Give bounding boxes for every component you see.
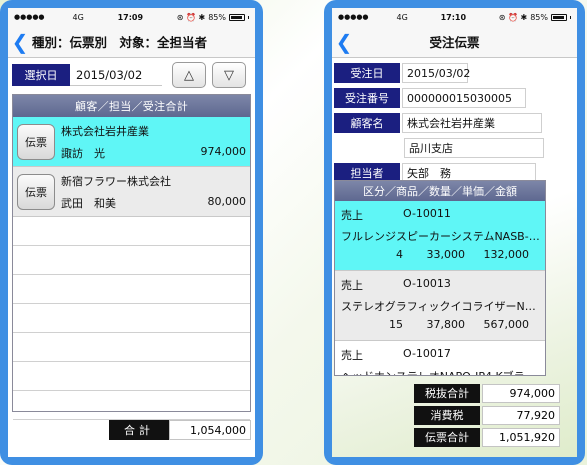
network-label: 4G <box>72 12 84 22</box>
item-type: 売上 <box>341 349 363 362</box>
list-header: 区分／商品／数量／単価／金額 <box>335 181 545 201</box>
person-name: 諏訪 光 <box>61 146 105 160</box>
date-down-button[interactable]: ▽ <box>212 62 246 88</box>
customer-list: 顧客／担当／受注合計 伝票 株式会社岩井産業 諏訪 光 974,000 伝票 新… <box>12 94 251 420</box>
empty-row <box>13 391 250 420</box>
triangle-down-icon: ▽ <box>224 67 234 83</box>
list-item[interactable]: 売上 O-10013 ステレオグラフィックイコライザーNA... 15 37,8… <box>335 271 545 341</box>
battery-icon <box>229 13 245 21</box>
item-price: 37,800 <box>426 318 466 331</box>
page-title: 種別：伝票別 対象：全担当者 <box>32 35 208 50</box>
customer-name: 株式会社岩井産業 <box>61 124 149 138</box>
status-icons: ⊛ ⏰ ✱ <box>176 12 206 22</box>
list-item[interactable]: 伝票 株式会社岩井産業 諏訪 光 974,000 <box>13 117 250 167</box>
order-date-label: 受注日 <box>334 63 400 83</box>
branch-field[interactable]: 品川支店 <box>404 138 544 158</box>
totals-block: 税抜合計 974,000 消費税 77,920 伝票合計 1,051,920 <box>414 383 560 449</box>
right-phone-frame: ●●●●● 4G 17:10 ⊛ ⏰ ✱ 85% ❮ 受注伝票 受注日 2015… <box>324 0 585 465</box>
item-amount: 567,000 <box>483 318 530 331</box>
signal-icon: ●●●●● <box>14 13 45 21</box>
battery-percent: 85% <box>208 12 226 22</box>
date-selector: 選択日 2015/03/02 △ ▽ <box>8 58 255 92</box>
empty-row <box>13 275 250 304</box>
item-amount: 132,000 <box>483 248 530 261</box>
customer-name: 新宿フラワー株式会社 <box>61 174 171 188</box>
item-price: 33,000 <box>426 248 466 261</box>
item-type: 売上 <box>341 279 363 292</box>
empty-row <box>13 362 250 391</box>
empty-row <box>13 304 250 333</box>
empty-row <box>13 333 250 362</box>
empty-row <box>13 217 250 246</box>
back-button[interactable]: ❮ <box>8 26 32 58</box>
page-title: 受注伝票 <box>429 35 480 50</box>
total-label: 合計 <box>109 420 169 440</box>
status-bar: ●●●●● 4G 17:10 ⊛ ⏰ ✱ 85% <box>332 8 577 26</box>
empty-row <box>13 246 250 275</box>
order-amount: 80,000 <box>207 194 247 208</box>
item-code: O-10013 <box>403 277 451 290</box>
item-code: O-10017 <box>403 347 451 360</box>
customer-field[interactable]: 株式会社岩井産業 <box>402 113 542 133</box>
battery-percent: 85% <box>530 12 548 22</box>
subtotal-label: 税抜合計 <box>414 383 480 403</box>
item-qty: 15 <box>389 318 403 331</box>
total-value: 1,054,000 <box>169 420 251 440</box>
item-qty: 4 <box>396 248 403 261</box>
back-button[interactable]: ❮ <box>332 26 356 58</box>
item-type: 売上 <box>341 209 363 222</box>
item-product: ヘッドホンステレオNAPO-IP4 Kブラ... <box>341 368 541 375</box>
list-header: 顧客／担当／受注合計 <box>13 95 250 117</box>
chevron-left-icon: ❮ <box>11 29 29 54</box>
order-form: 受注日 2015/03/02 受注番号 000000015030005 顧客名 … <box>332 58 577 184</box>
date-field[interactable]: 2015/03/02 <box>70 64 162 86</box>
status-time: 17:10 <box>440 12 467 22</box>
triangle-up-icon: △ <box>184 67 194 83</box>
subtotal-value: 974,000 <box>482 383 560 403</box>
battery-icon <box>551 13 567 21</box>
date-label: 選択日 <box>12 64 70 86</box>
item-code: O-10011 <box>403 207 451 220</box>
signal-icon: ●●●●● <box>338 13 369 21</box>
slip-button[interactable]: 伝票 <box>17 173 55 210</box>
slip-total-label: 伝票合計 <box>414 427 480 447</box>
list-item[interactable]: 伝票 新宿フラワー株式会社 武田 和美 80,000 <box>13 167 250 217</box>
order-date-field[interactable]: 2015/03/02 <box>402 63 470 83</box>
line-items-list: 区分／商品／数量／単価／金額 売上 O-10011 フルレンジスピーカーシステム… <box>334 180 546 376</box>
order-number-label: 受注番号 <box>334 88 400 108</box>
date-up-button[interactable]: △ <box>172 62 206 88</box>
order-number-field[interactable]: 000000015030005 <box>402 88 526 108</box>
grand-total: 合計 1,054,000 <box>109 420 251 440</box>
tax-value: 77,920 <box>482 405 560 425</box>
person-name: 武田 和美 <box>61 196 116 210</box>
status-time: 17:09 <box>117 12 144 22</box>
order-amount: 974,000 <box>200 144 247 158</box>
nav-bar: ❮ 受注伝票 <box>332 26 577 58</box>
status-icons: ⊛ ⏰ ✱ <box>498 12 528 22</box>
slip-button[interactable]: 伝票 <box>17 123 55 160</box>
slip-total-value: 1,051,920 <box>482 427 560 447</box>
item-product: フルレンジスピーカーシステムNASB-S... <box>341 230 541 243</box>
list-item[interactable]: 売上 O-10011 フルレンジスピーカーシステムNASB-S... 4 33,… <box>335 201 545 271</box>
chevron-left-icon: ❮ <box>335 29 353 54</box>
status-bar: ●●●●● 4G 17:09 ⊛ ⏰ ✱ 85% <box>8 8 255 26</box>
network-label: 4G <box>396 12 408 22</box>
item-product: ステレオグラフィックイコライザーNA... <box>341 300 541 313</box>
nav-bar: ❮ 種別：伝票別 対象：全担当者 <box>8 26 255 58</box>
list-item[interactable]: 売上 O-10017 ヘッドホンステレオNAPO-IP4 Kブラ... <box>335 341 545 375</box>
left-screen: ●●●●● 4G 17:09 ⊛ ⏰ ✱ 85% ❮ 種別：伝票別 対象：全担当… <box>8 8 255 457</box>
right-screen: ●●●●● 4G 17:10 ⊛ ⏰ ✱ 85% ❮ 受注伝票 受注日 2015… <box>332 8 577 457</box>
left-phone-frame: ●●●●● 4G 17:09 ⊛ ⏰ ✱ 85% ❮ 種別：伝票別 対象：全担当… <box>0 0 263 465</box>
tax-label: 消費税 <box>414 405 480 425</box>
customer-label: 顧客名 <box>334 113 400 133</box>
